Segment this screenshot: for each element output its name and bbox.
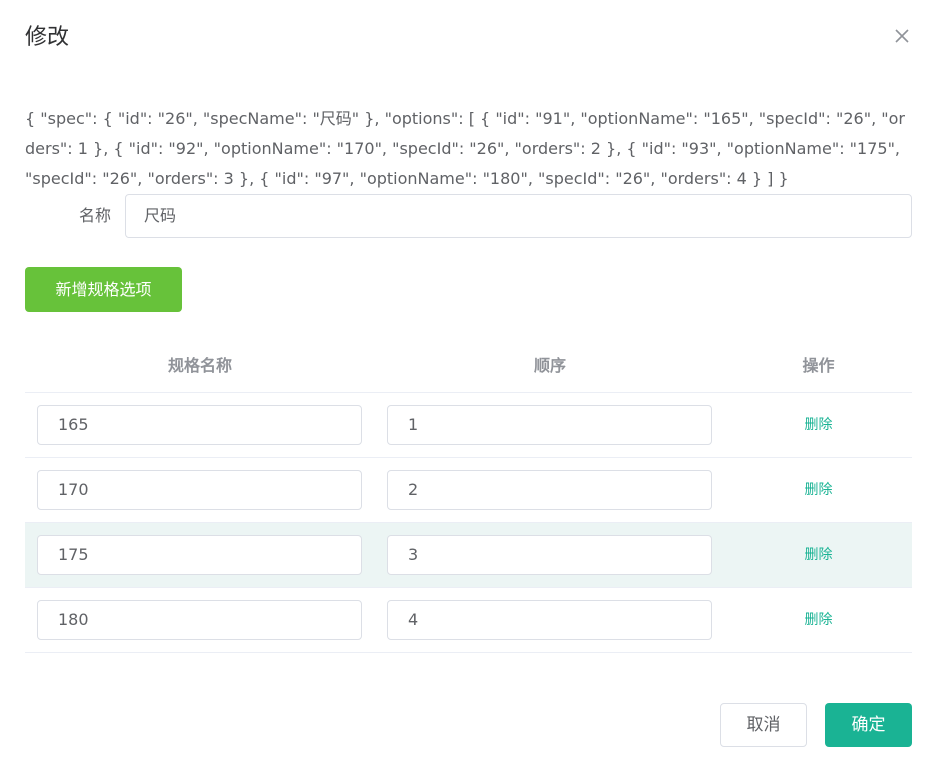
column-header-order: 顺序 [533,356,566,375]
option-order-input[interactable]: 1 [387,405,712,445]
cancel-button[interactable]: 取消 [720,703,807,747]
table-header: 规格名称 顺序 操作 [25,340,912,393]
option-name-input[interactable]: 180 [37,600,362,640]
delete-link[interactable]: 删除 [725,393,912,457]
close-icon[interactable] [893,27,911,45]
table-row: 175 3 删除 [25,523,912,588]
spec-options-table: 规格名称 顺序 操作 165 1 删除 170 2 删除 175 3 删除 18… [25,340,912,653]
confirm-button[interactable]: 确定 [825,703,912,747]
option-order-input[interactable]: 4 [387,600,712,640]
column-header-spec-name: 规格名称 [167,356,232,375]
table-row: 165 1 删除 [25,393,912,458]
option-name-input[interactable]: 165 [37,405,362,445]
name-form-row: 名称 尺码 [25,194,912,238]
table-row: 170 2 删除 [25,458,912,523]
dialog-title: 修改 [25,25,70,50]
column-header-actions: 操作 [802,356,835,375]
name-label: 名称 [78,206,111,225]
name-input[interactable]: 尺码 [125,194,912,238]
delete-link[interactable]: 删除 [725,523,912,587]
delete-link[interactable]: 删除 [725,588,912,652]
option-order-input[interactable]: 2 [387,470,712,510]
json-debug-text: { "spec": { "id": "26", "specName": "尺码"… [25,109,905,188]
edit-dialog: 修改 { "spec": { "id": "26", "specName": "… [0,0,934,770]
delete-link[interactable]: 删除 [725,458,912,522]
option-name-input[interactable]: 175 [37,535,362,575]
option-name-input[interactable]: 170 [37,470,362,510]
option-order-input[interactable]: 3 [387,535,712,575]
add-spec-option-button[interactable]: 新增规格选项 [25,267,182,312]
table-row: 180 4 删除 [25,588,912,653]
